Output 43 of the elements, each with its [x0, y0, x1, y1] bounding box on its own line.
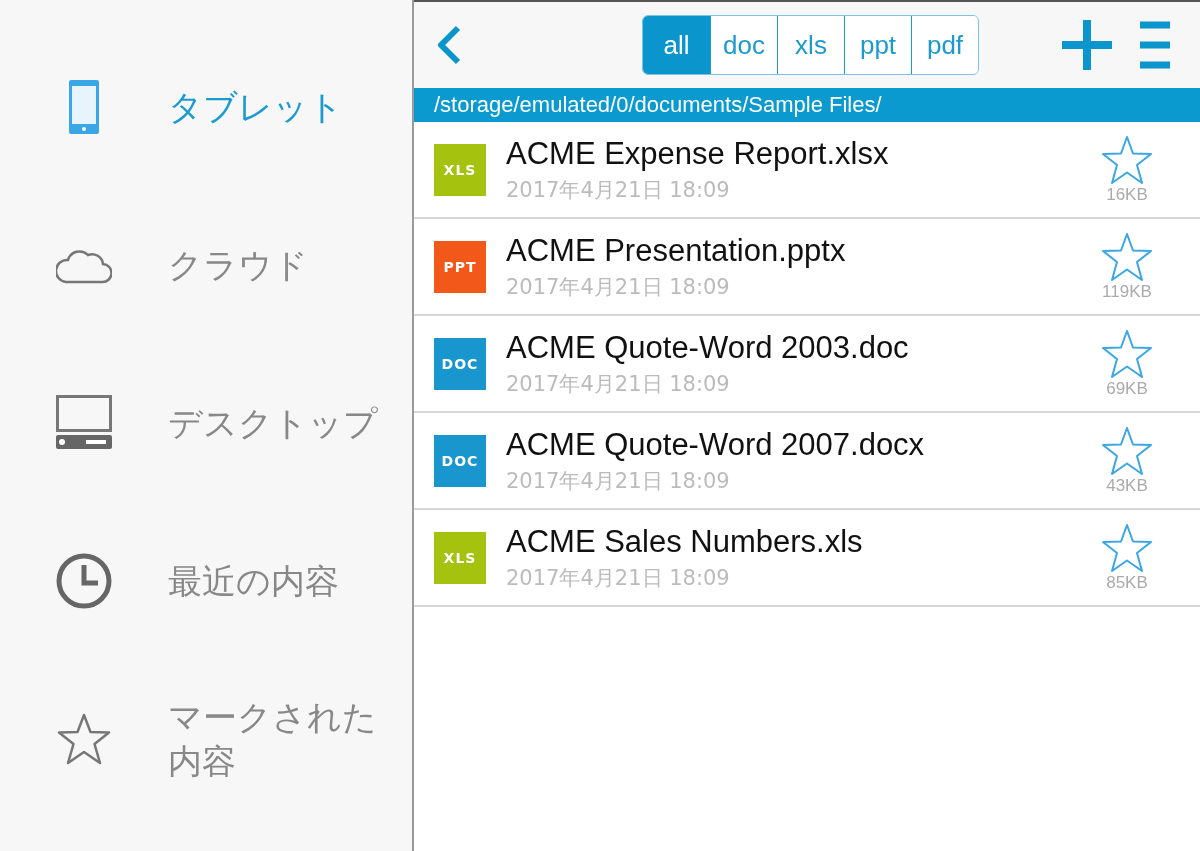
file-size: 85KB: [1106, 572, 1148, 593]
file-size: 69KB: [1106, 378, 1148, 399]
file-date: 2017年4月21日 18:09: [506, 564, 731, 592]
filter-tab[interactable]: ppt: [844, 16, 911, 74]
file-row[interactable]: DOC ACME Quote-Word 2003.doc 2017年4月21日 18:09 69KB: [414, 316, 1200, 413]
star-icon[interactable]: [1101, 522, 1153, 573]
file-date: 2017年4月21日 18:09: [506, 273, 731, 301]
file-date: 2017年4月21日 18:09: [506, 176, 731, 204]
file-type-icon: XLS: [434, 143, 486, 196]
file-name: ACME Quote-Word 2003.doc: [506, 329, 910, 366]
file-row[interactable]: DOC ACME Quote-Word 2007.docx 2017年4月21日 18:09 43KB: [414, 413, 1200, 510]
menu-icon[interactable]: [1140, 20, 1170, 70]
file-date: 2017年4月21日 18:09: [506, 370, 731, 398]
filter-tab[interactable]: doc: [710, 16, 777, 74]
star-icon: [57, 713, 111, 765]
star-icon[interactable]: [1101, 231, 1153, 282]
star-icon[interactable]: [1101, 425, 1153, 476]
file-name: ACME Presentation.pptx: [506, 232, 847, 269]
star-icon[interactable]: [1101, 328, 1153, 379]
file-size: 16KB: [1106, 184, 1148, 205]
file-size: 119KB: [1102, 281, 1152, 302]
back-icon[interactable]: [436, 25, 462, 65]
clock-icon: [56, 553, 112, 609]
file-row[interactable]: PPT ACME Presentation.pptx 2017年4月21日 18:09 119KB: [414, 219, 1200, 316]
file-type-icon: DOC: [434, 337, 486, 390]
file-type-icon: XLS: [434, 531, 486, 584]
file-type-icon: PPT: [434, 240, 486, 293]
tablet-icon: [69, 80, 99, 134]
filter-tab[interactable]: pdf: [911, 16, 978, 74]
file-name: ACME Expense Report.xlsx: [506, 135, 890, 172]
filter-tab[interactable]: all: [643, 16, 710, 74]
file-type-icon: DOC: [434, 434, 486, 487]
file-size: 43KB: [1106, 475, 1148, 496]
filter-tab[interactable]: xls: [777, 16, 844, 74]
desktop-icon: [56, 395, 112, 451]
file-row[interactable]: XLS ACME Expense Report.xlsx 2017年4月21日 18:09 16KB: [414, 122, 1200, 219]
file-row[interactable]: XLS ACME Sales Numbers.xls 2017年4月21日 18:09 85KB: [414, 510, 1200, 607]
add-icon[interactable]: [1062, 20, 1112, 70]
path-bar: /storage/emulated/0/documents/Sample Files/: [414, 88, 1200, 122]
star-icon[interactable]: [1101, 134, 1153, 185]
file-name: ACME Sales Numbers.xls: [506, 523, 864, 560]
file-name: ACME Quote-Word 2007.docx: [506, 426, 926, 463]
file-date: 2017年4月21日 18:09: [506, 467, 731, 495]
